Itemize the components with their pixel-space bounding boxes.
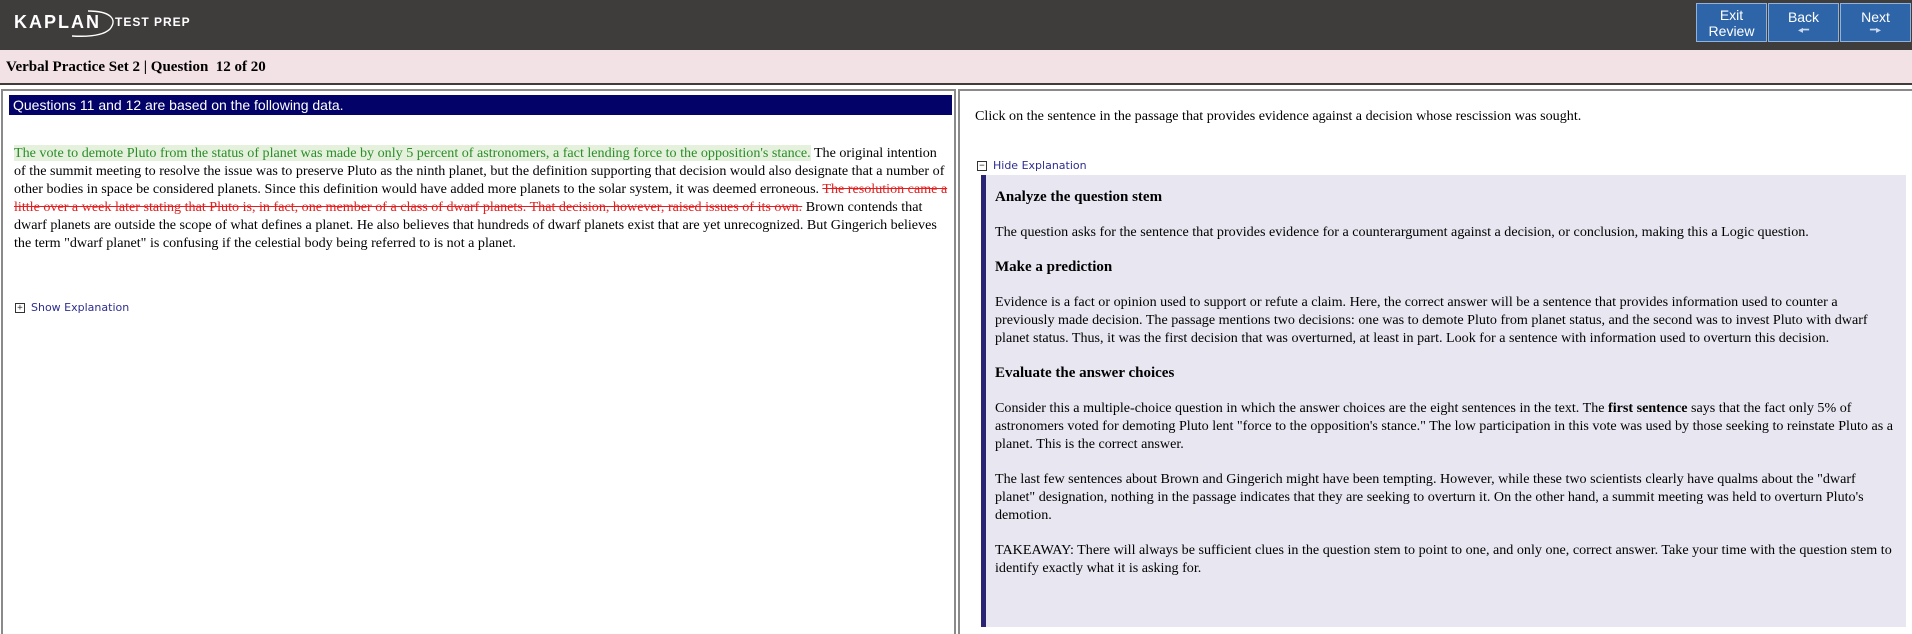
- hide-explanation-label: Hide Explanation: [993, 159, 1087, 172]
- back-arrow-icon: ◂━: [1797, 24, 1810, 36]
- nav-buttons: Exit Review Back ◂━ Next ━▸: [1696, 3, 1911, 42]
- passage-panel: Questions 11 and 12 are based on the fol…: [1, 89, 956, 634]
- explanation-paragraph-takeaway: TAKEAWAY: There will always be sufficien…: [995, 542, 1892, 576]
- next-label: Next: [1861, 8, 1890, 25]
- passage-header: Questions 11 and 12 are based on the fol…: [9, 95, 952, 115]
- title-bar: Verbal Practice Set 2 | Question 12 of 2…: [0, 50, 1912, 85]
- question-panel: Click on the sentence in the passage tha…: [958, 89, 1912, 634]
- explanation-paragraph-evaluate: Consider this a multiple-choice question…: [995, 399, 1897, 453]
- back-label: Back: [1787, 8, 1820, 25]
- passage-text: The vote to demote Pluto from the status…: [14, 144, 952, 252]
- explanation-paragraph-tempting: The last few sentences about Brown and G…: [995, 471, 1864, 523]
- explanation-heading-analyze: Analyze the question stem: [995, 189, 1163, 205]
- exit-label-line1: Exit: [1719, 6, 1744, 23]
- explanation-paragraph-predict: Evidence is a fact or opinion used to su…: [995, 294, 1868, 346]
- back-button[interactable]: Back ◂━: [1768, 3, 1839, 42]
- explanation-heading-predict: Make a prediction: [995, 259, 1113, 275]
- passage-sentence-selected[interactable]: The vote to demote Pluto from the status…: [14, 145, 811, 161]
- evaluate-text-a: Consider this a multiple-choice question…: [995, 400, 1609, 416]
- kaplan-logo: KAPLAN TEST PREP: [14, 7, 191, 37]
- show-explanation-toggle[interactable]: + Show Explanation: [15, 301, 129, 314]
- question-title: Verbal Practice Set 2 | Question 12 of 2…: [6, 59, 266, 75]
- collapse-icon: −: [977, 160, 987, 171]
- explanation-paragraph-analyze: The question asks for the sentence that …: [995, 224, 1809, 240]
- question-prompt: Click on the sentence in the passage tha…: [975, 108, 1582, 124]
- exit-label-line2: Review: [1708, 22, 1755, 39]
- expand-icon: +: [15, 302, 25, 313]
- exit-review-button[interactable]: Exit Review: [1696, 3, 1767, 42]
- logo-swoosh-icon: [71, 10, 114, 37]
- explanation-box: Analyze the question stem The question a…: [981, 175, 1906, 627]
- hide-explanation-toggle[interactable]: − Hide Explanation: [977, 159, 1087, 172]
- top-bar: KAPLAN TEST PREP Exit Review Back ◂━ Nex…: [0, 0, 1912, 50]
- evaluate-text-bold: first sentence: [1608, 400, 1688, 416]
- explanation-heading-evaluate: Evaluate the answer choices: [995, 365, 1175, 381]
- next-arrow-icon: ━▸: [1869, 24, 1882, 36]
- next-button[interactable]: Next ━▸: [1840, 3, 1911, 42]
- show-explanation-label: Show Explanation: [31, 301, 130, 314]
